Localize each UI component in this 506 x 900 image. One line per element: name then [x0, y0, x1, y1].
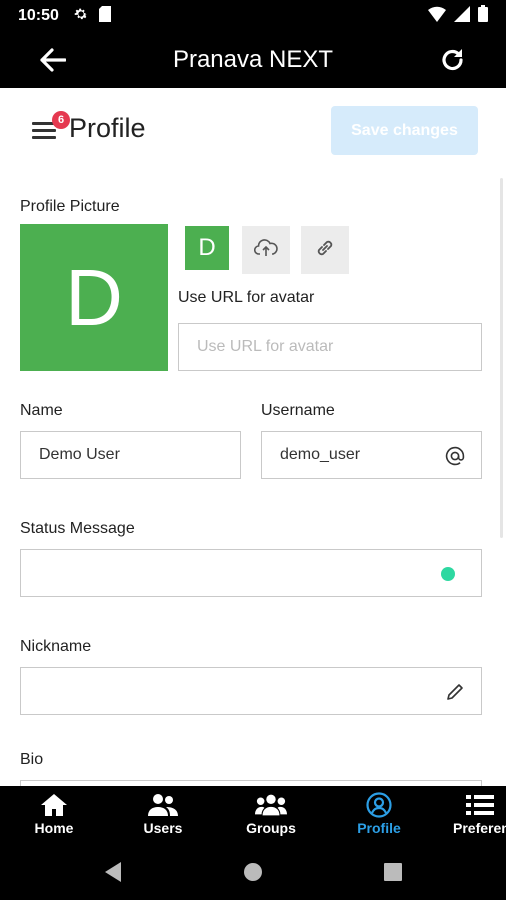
- groups-icon: [255, 792, 287, 818]
- system-home-icon[interactable]: [241, 860, 265, 884]
- username-label: Username: [261, 402, 335, 419]
- avatar-url-label: Use URL for avatar: [178, 289, 315, 306]
- cloud-upload-icon: [253, 238, 278, 263]
- nav-label-users: Users: [143, 820, 183, 836]
- username-field[interactable]: demo_user: [261, 431, 482, 479]
- status-bar: 10:50: [0, 0, 506, 32]
- link-avatar-button[interactable]: [301, 226, 349, 274]
- profile-header: 6 Profile Save changes: [0, 88, 506, 178]
- status-left-icons: [73, 5, 111, 27]
- system-nav-bar: [0, 842, 506, 900]
- name-label: Name: [20, 402, 63, 419]
- list-icon: [464, 792, 496, 818]
- page-title: Profile: [69, 113, 146, 143]
- status-time: 10:50: [18, 7, 59, 24]
- nickname-field[interactable]: [20, 667, 482, 715]
- refresh-icon[interactable]: [438, 45, 468, 75]
- save-changes-button[interactable]: Save changes: [331, 106, 478, 155]
- upload-avatar-button[interactable]: [242, 226, 290, 274]
- nav-item-home[interactable]: Home: [4, 786, 104, 842]
- online-status-dot[interactable]: [441, 567, 455, 581]
- sd-card-icon: [98, 5, 111, 27]
- nickname-label: Nickname: [20, 638, 92, 655]
- name-value: Demo User: [39, 446, 120, 463]
- system-back-icon[interactable]: [101, 860, 125, 884]
- nav-label-home: Home: [34, 820, 74, 836]
- avatar: D: [20, 224, 168, 371]
- pencil-icon[interactable]: [443, 680, 467, 704]
- scrollbar[interactable]: [500, 178, 503, 538]
- nav-item-profile[interactable]: Profile: [329, 786, 429, 842]
- nav-label-groups: Groups: [246, 820, 296, 836]
- settings-gear-icon: [73, 6, 89, 27]
- back-arrow-icon[interactable]: [38, 46, 68, 74]
- status-message-field[interactable]: [20, 549, 482, 597]
- avatar-url-input[interactable]: Use URL for avatar: [178, 323, 482, 371]
- signal-icon: [454, 5, 470, 27]
- profile-content[interactable]: 6 Profile Save changes Profile Picture D…: [0, 88, 506, 786]
- system-recents-icon[interactable]: [381, 860, 405, 884]
- notification-badge: 6: [52, 111, 70, 129]
- users-icon: [147, 792, 179, 818]
- bio-label: Bio: [20, 751, 44, 768]
- profile-picture-label: Profile Picture: [20, 198, 120, 215]
- nav-item-groups[interactable]: Groups: [221, 786, 321, 842]
- name-field[interactable]: Demo User: [20, 431, 241, 479]
- nav-label-profile: Profile: [357, 820, 401, 836]
- username-value: demo_user: [280, 446, 361, 463]
- home-icon: [38, 792, 70, 818]
- app-bar: Pranava NEXT: [0, 32, 506, 88]
- nav-item-users[interactable]: Users: [113, 786, 213, 842]
- at-sign-icon: [443, 444, 467, 468]
- link-icon: [314, 237, 336, 264]
- status-right-icons: [428, 5, 488, 27]
- status-message-label: Status Message: [20, 520, 135, 537]
- battery-icon: [478, 5, 488, 27]
- nav-label-preferences: Preferen: [453, 820, 506, 836]
- bottom-nav: Home Users Groups Profile Preferen: [0, 786, 506, 842]
- wifi-icon: [428, 6, 446, 27]
- avatar-initial-button[interactable]: D: [185, 226, 229, 270]
- nav-item-preferences[interactable]: Preferen: [440, 786, 506, 842]
- avatar-url-placeholder: Use URL for avatar: [197, 338, 334, 355]
- profile-icon: [363, 792, 395, 818]
- app-title: Pranava NEXT: [172, 46, 334, 73]
